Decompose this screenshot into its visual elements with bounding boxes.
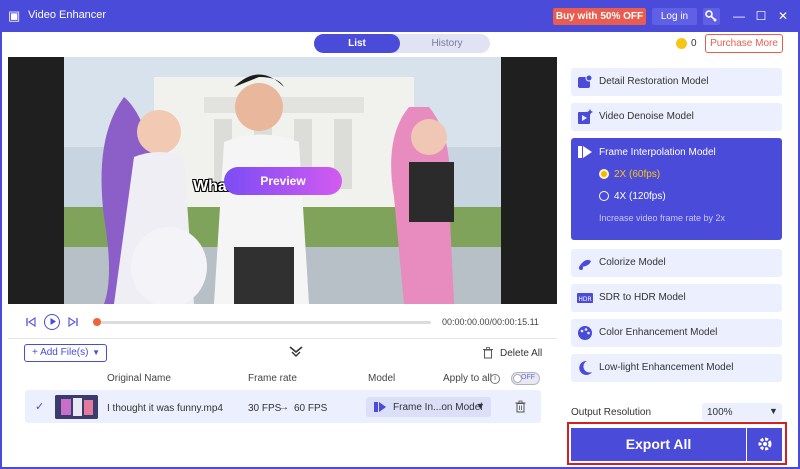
model-label: Color Enhancement Model: [599, 327, 718, 338]
option-4x-label[interactable]: 4X (120fps): [614, 191, 666, 202]
chevron-down-icon: ▼: [476, 401, 485, 411]
playback-progress-bar[interactable]: [97, 321, 431, 324]
arrow-right-icon: →: [279, 402, 289, 413]
denoise-icon: [577, 109, 593, 125]
login-button[interactable]: Log in: [652, 8, 697, 25]
purchase-more-button[interactable]: Purchase More: [705, 34, 783, 53]
add-files-button[interactable]: + Add File(s) ▼: [24, 344, 107, 362]
preview-button[interactable]: Preview: [224, 167, 342, 195]
check-icon[interactable]: ✓: [35, 400, 44, 413]
app-logo-icon: ▣: [8, 8, 21, 23]
model-label: Low-light Enhancement Model: [599, 362, 734, 373]
export-all-button[interactable]: Export All: [571, 428, 746, 461]
model-label: Detail Restoration Model: [599, 76, 709, 87]
model-label: Frame Interpolation Model: [599, 147, 716, 158]
chevron-down-icon: ▼: [769, 406, 778, 416]
playback-progress-handle[interactable]: [93, 318, 101, 326]
frame-interpolation-icon: [577, 144, 593, 160]
minimize-icon[interactable]: —: [730, 8, 748, 24]
delete-all-button[interactable]: Delete All: [500, 348, 542, 359]
coin-count: 0: [691, 38, 697, 49]
row-model-label: Frame In...on Model: [393, 402, 483, 413]
next-frame-icon[interactable]: [67, 316, 79, 328]
key-icon[interactable]: [703, 8, 720, 25]
chevron-down-icon: ▼: [92, 348, 100, 357]
moon-icon: [577, 360, 593, 376]
model-frame-interpolation[interactable]: Frame Interpolation Model 2X (60fps) 4X …: [571, 138, 782, 240]
toggle-state-label: OFF: [521, 374, 535, 381]
model-detail-restoration[interactable]: Detail Restoration Model: [571, 68, 782, 96]
play-icon[interactable]: [44, 314, 60, 330]
model-sdr-to-hdr[interactable]: HDR SDR to HDR Model: [571, 284, 782, 312]
column-header-model: Model: [368, 373, 396, 384]
maximize-icon[interactable]: ☐: [752, 8, 770, 24]
info-icon[interactable]: i: [490, 374, 500, 384]
collapse-icon[interactable]: [289, 346, 303, 358]
fps-target: 60 FPS: [294, 403, 328, 414]
tab-history[interactable]: History: [404, 34, 490, 53]
apply-to-all-label: Apply to all: [443, 373, 492, 384]
model-low-light-enhancement[interactable]: Low-light Enhancement Model: [571, 354, 782, 382]
file-name: I thought it was funny.mp4: [107, 403, 223, 414]
fps-source: 30 FPS: [248, 403, 282, 414]
frame-interpolation-icon: [373, 400, 387, 414]
add-files-label: + Add File(s): [32, 347, 89, 358]
frame-hint: Increase video frame rate by 2x: [599, 213, 726, 223]
model-label: Colorize Model: [599, 257, 666, 268]
model-colorize[interactable]: Colorize Model: [571, 249, 782, 277]
option-2x-label[interactable]: 2X (60fps): [614, 169, 660, 180]
row-delete-icon[interactable]: [515, 400, 526, 416]
app-title: Video Enhancer: [28, 9, 107, 21]
gear-icon[interactable]: [747, 428, 782, 461]
time-readout: 00:00:00.00/00:00:15.11: [442, 317, 539, 327]
trash-icon[interactable]: [483, 347, 493, 359]
previous-frame-icon[interactable]: [25, 316, 37, 328]
model-color-enhancement[interactable]: Color Enhancement Model: [571, 319, 782, 347]
buy-discount-button[interactable]: Buy with 50% OFF: [553, 8, 646, 25]
column-header-original-name: Original Name: [107, 373, 171, 384]
output-resolution-label: Output Resolution: [571, 407, 652, 418]
output-resolution-value: 100%: [707, 407, 733, 418]
colorize-icon: [577, 255, 593, 271]
radio-4x[interactable]: [599, 191, 609, 201]
file-thumbnail: [55, 395, 98, 419]
column-header-frame-rate: Frame rate: [248, 373, 297, 384]
divider: [8, 338, 557, 339]
hdr-icon: HDR: [577, 290, 593, 306]
close-icon[interactable]: ✕: [774, 8, 792, 24]
tab-list[interactable]: List: [314, 34, 400, 53]
radio-2x[interactable]: [599, 169, 609, 179]
model-label: SDR to HDR Model: [599, 292, 686, 303]
svg-text:HDR: HDR: [578, 296, 591, 303]
model-video-denoise[interactable]: Video Denoise Model: [571, 103, 782, 131]
palette-icon: [577, 325, 593, 341]
model-label: Video Denoise Model: [599, 111, 694, 122]
coin-icon: [676, 38, 687, 49]
detail-restore-icon: [577, 74, 593, 90]
